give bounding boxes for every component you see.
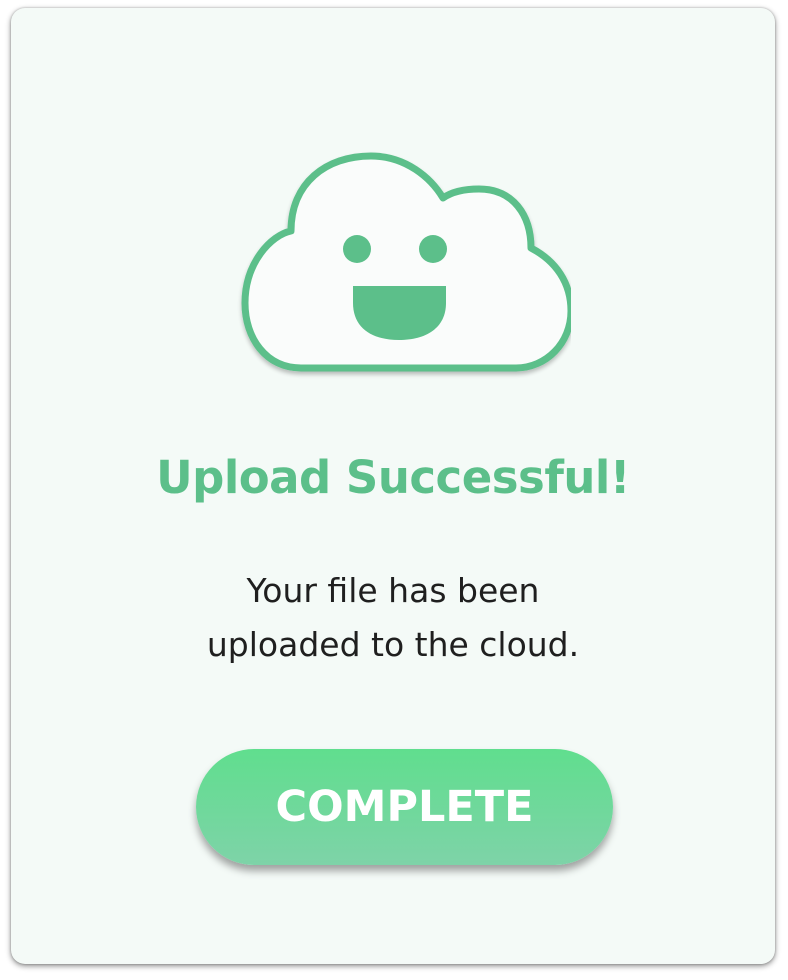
cloud-right-eye: [419, 235, 447, 263]
dialog-title: Upload Successful!: [156, 451, 630, 504]
message-line-2: uploaded to the cloud.: [206, 625, 580, 664]
dialog-message: Your file has been uploaded to the cloud…: [11, 564, 775, 672]
message-line-1: Your file has been: [246, 571, 540, 610]
upload-success-dialog: Upload Successful! Your file has been up…: [11, 8, 775, 964]
smiling-cloud-icon: [231, 143, 571, 388]
cloud-left-eye: [343, 235, 371, 263]
complete-button[interactable]: COMPLETE: [196, 749, 613, 865]
